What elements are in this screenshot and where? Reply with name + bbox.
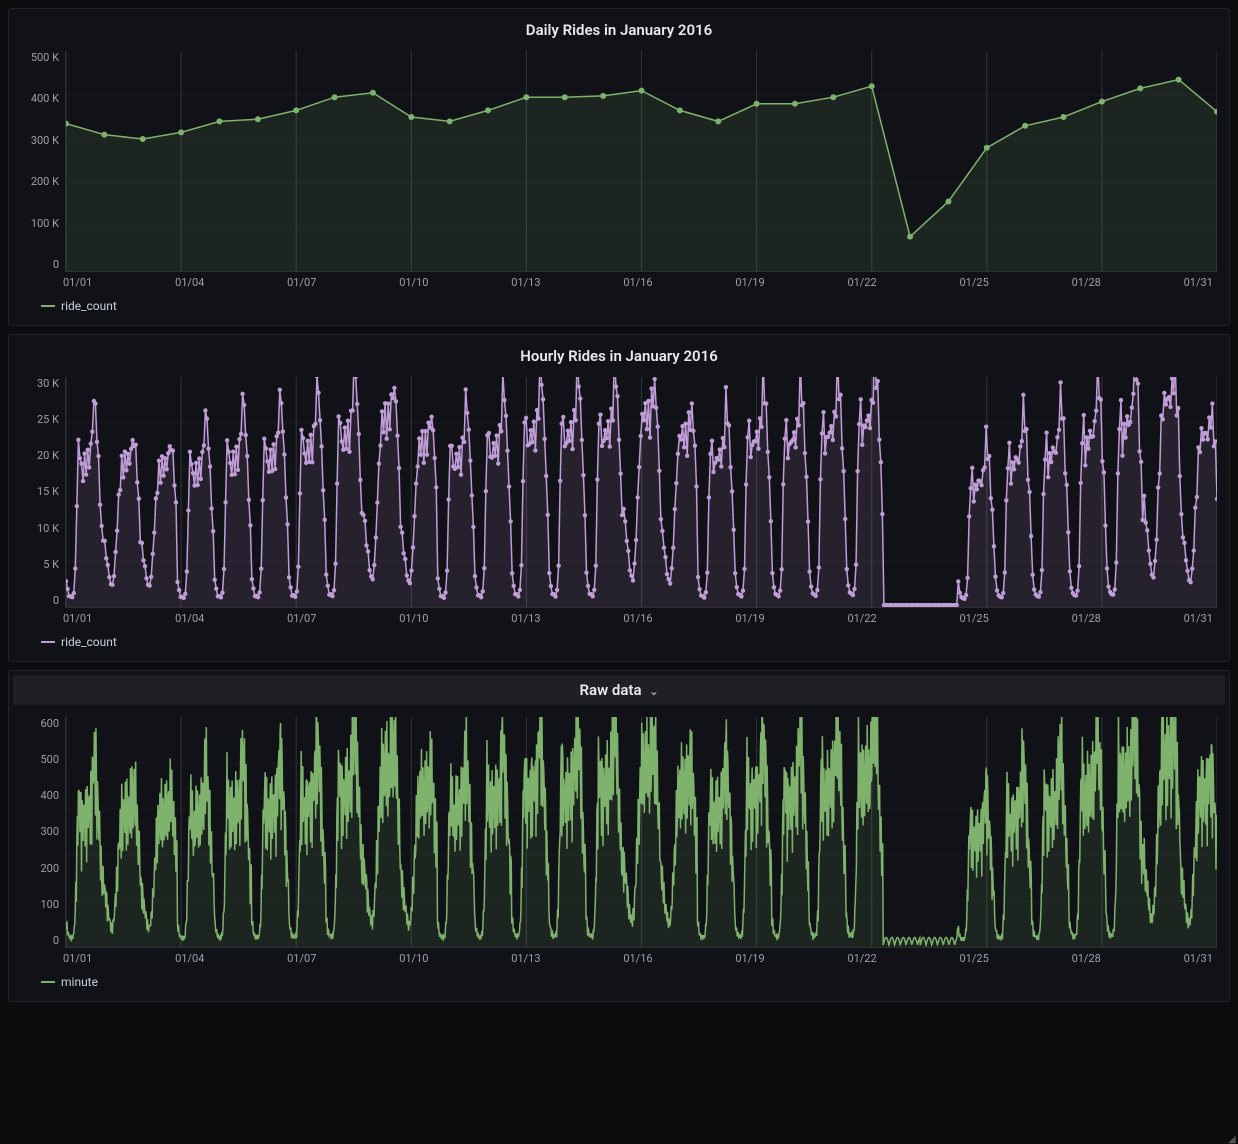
panel-title-raw[interactable]: Raw data ⌄ [13,675,1225,705]
axis-tick: 01/01 [63,612,92,625]
axis-tick: 01/19 [735,952,764,965]
panel-hourly-rides: Hourly Rides in January 2016 30 K 25 K 20 … [8,334,1230,662]
x-axis-daily: 01/01 01/04 01/07 01/10 01/13 01/16 01/19 01/22… [63,276,1213,289]
axis-tick: 30 K [37,377,59,390]
x-axis-hourly: 01/01 01/04 01/07 01/10 01/13 01/16 01/19 01/22… [63,612,1213,625]
axis-tick: 01/22 [847,612,876,625]
axis-tick: 01/28 [1072,612,1101,625]
axis-tick: 01/31 [1184,612,1213,625]
axis-tick: 01/07 [287,276,316,289]
legend-label-raw: minute [61,975,98,989]
plot-area-hourly[interactable] [65,377,1217,608]
axis-tick: 01/10 [399,952,428,965]
axis-tick: 01/16 [623,612,652,625]
legend-swatch-icon [41,305,55,307]
axis-tick: 300 [40,825,59,838]
panel-title-raw-text: Raw data [580,681,642,699]
axis-tick: 200 K [31,175,59,188]
legend-swatch-icon [41,981,55,983]
axis-tick: 200 [40,862,59,875]
axis-tick: 01/19 [735,612,764,625]
axis-tick: 01/04 [175,276,204,289]
axis-tick: 01/31 [1184,952,1213,965]
y-axis-hourly: 30 K 25 K 20 K 15 K 10 K 5 K 0 [21,377,65,607]
axis-tick: 10 K [37,522,59,535]
axis-tick: 0 [53,594,59,607]
axis-tick: 01/25 [960,952,989,965]
axis-tick: 400 K [31,92,59,105]
chart-svg-daily [66,51,1217,271]
axis-tick: 01/25 [960,276,989,289]
axis-tick: 01/04 [175,612,204,625]
plot-area-daily[interactable] [65,51,1217,272]
axis-tick: 01/07 [287,952,316,965]
axis-tick: 15 K [37,485,59,498]
axis-tick: 01/10 [399,276,428,289]
legend-daily[interactable]: ride_count [41,299,1217,313]
y-axis-raw: 600 500 400 300 200 100 0 [21,717,65,947]
chart-raw[interactable]: 600 500 400 300 200 100 0 [21,717,1217,948]
panel-title-hourly: Hourly Rides in January 2016 [21,347,1217,365]
axis-tick: 0 [53,258,59,271]
axis-tick: 01/10 [399,612,428,625]
chevron-down-icon: ⌄ [649,685,658,698]
axis-tick: 01/31 [1184,276,1213,289]
axis-tick: 01/19 [735,276,764,289]
legend-raw[interactable]: minute [41,975,1217,989]
resize-handle-icon[interactable]: ◢ [1228,1134,1236,1142]
chart-svg-raw [66,717,1217,947]
axis-tick: 20 K [37,449,59,462]
chart-hourly[interactable]: 30 K 25 K 20 K 15 K 10 K 5 K 0 [21,377,1217,608]
chart-daily[interactable]: 500 K 400 K 300 K 200 K 100 K 0 [21,51,1217,272]
axis-tick: 01/01 [63,952,92,965]
axis-tick: 500 K [31,51,59,64]
axis-tick: 01/13 [511,276,540,289]
axis-tick: 100 K [31,217,59,230]
axis-tick: 500 [40,753,59,766]
axis-tick: 01/28 [1072,276,1101,289]
panel-raw-data: Raw data ⌄ 6005004003002001000 01/0101/0… [8,670,1230,1002]
axis-tick: 01/07 [287,612,316,625]
axis-tick: 01/16 [623,952,652,965]
legend-swatch-icon [41,641,55,643]
axis-tick: 600 [40,717,59,730]
axis-tick: 5 K [43,558,59,571]
legend-label-daily: ride_count [61,299,117,313]
legend-hourly[interactable]: ride_count [41,635,1217,649]
axis-tick: 01/16 [623,276,652,289]
plot-area-raw[interactable] [65,717,1217,948]
panel-daily-rides: Daily Rides in January 2016 500 K 400 K 30… [8,8,1230,326]
axis-tick: 100 [40,898,59,911]
axis-tick: 01/04 [175,952,204,965]
x-axis-raw: 01/01 01/04 01/07 01/10 01/13 01/16 01/19 01/22… [63,952,1213,965]
panel-title-daily: Daily Rides in January 2016 [21,21,1217,39]
axis-tick: 01/28 [1072,952,1101,965]
axis-tick: 0 [53,934,59,947]
axis-tick: 400 [40,789,59,802]
axis-tick: 01/13 [511,952,540,965]
axis-tick: 300 K [31,134,59,147]
axis-tick: 01/13 [511,612,540,625]
axis-tick: 25 K [37,413,59,426]
axis-tick: 01/22 [847,952,876,965]
axis-tick: 01/01 [63,276,92,289]
axis-tick: 01/22 [847,276,876,289]
y-axis-daily: 500 K 400 K 300 K 200 K 100 K 0 [21,51,65,271]
chart-svg-hourly [66,377,1217,607]
legend-label-hourly: ride_count [61,635,117,649]
axis-tick: 01/25 [960,612,989,625]
